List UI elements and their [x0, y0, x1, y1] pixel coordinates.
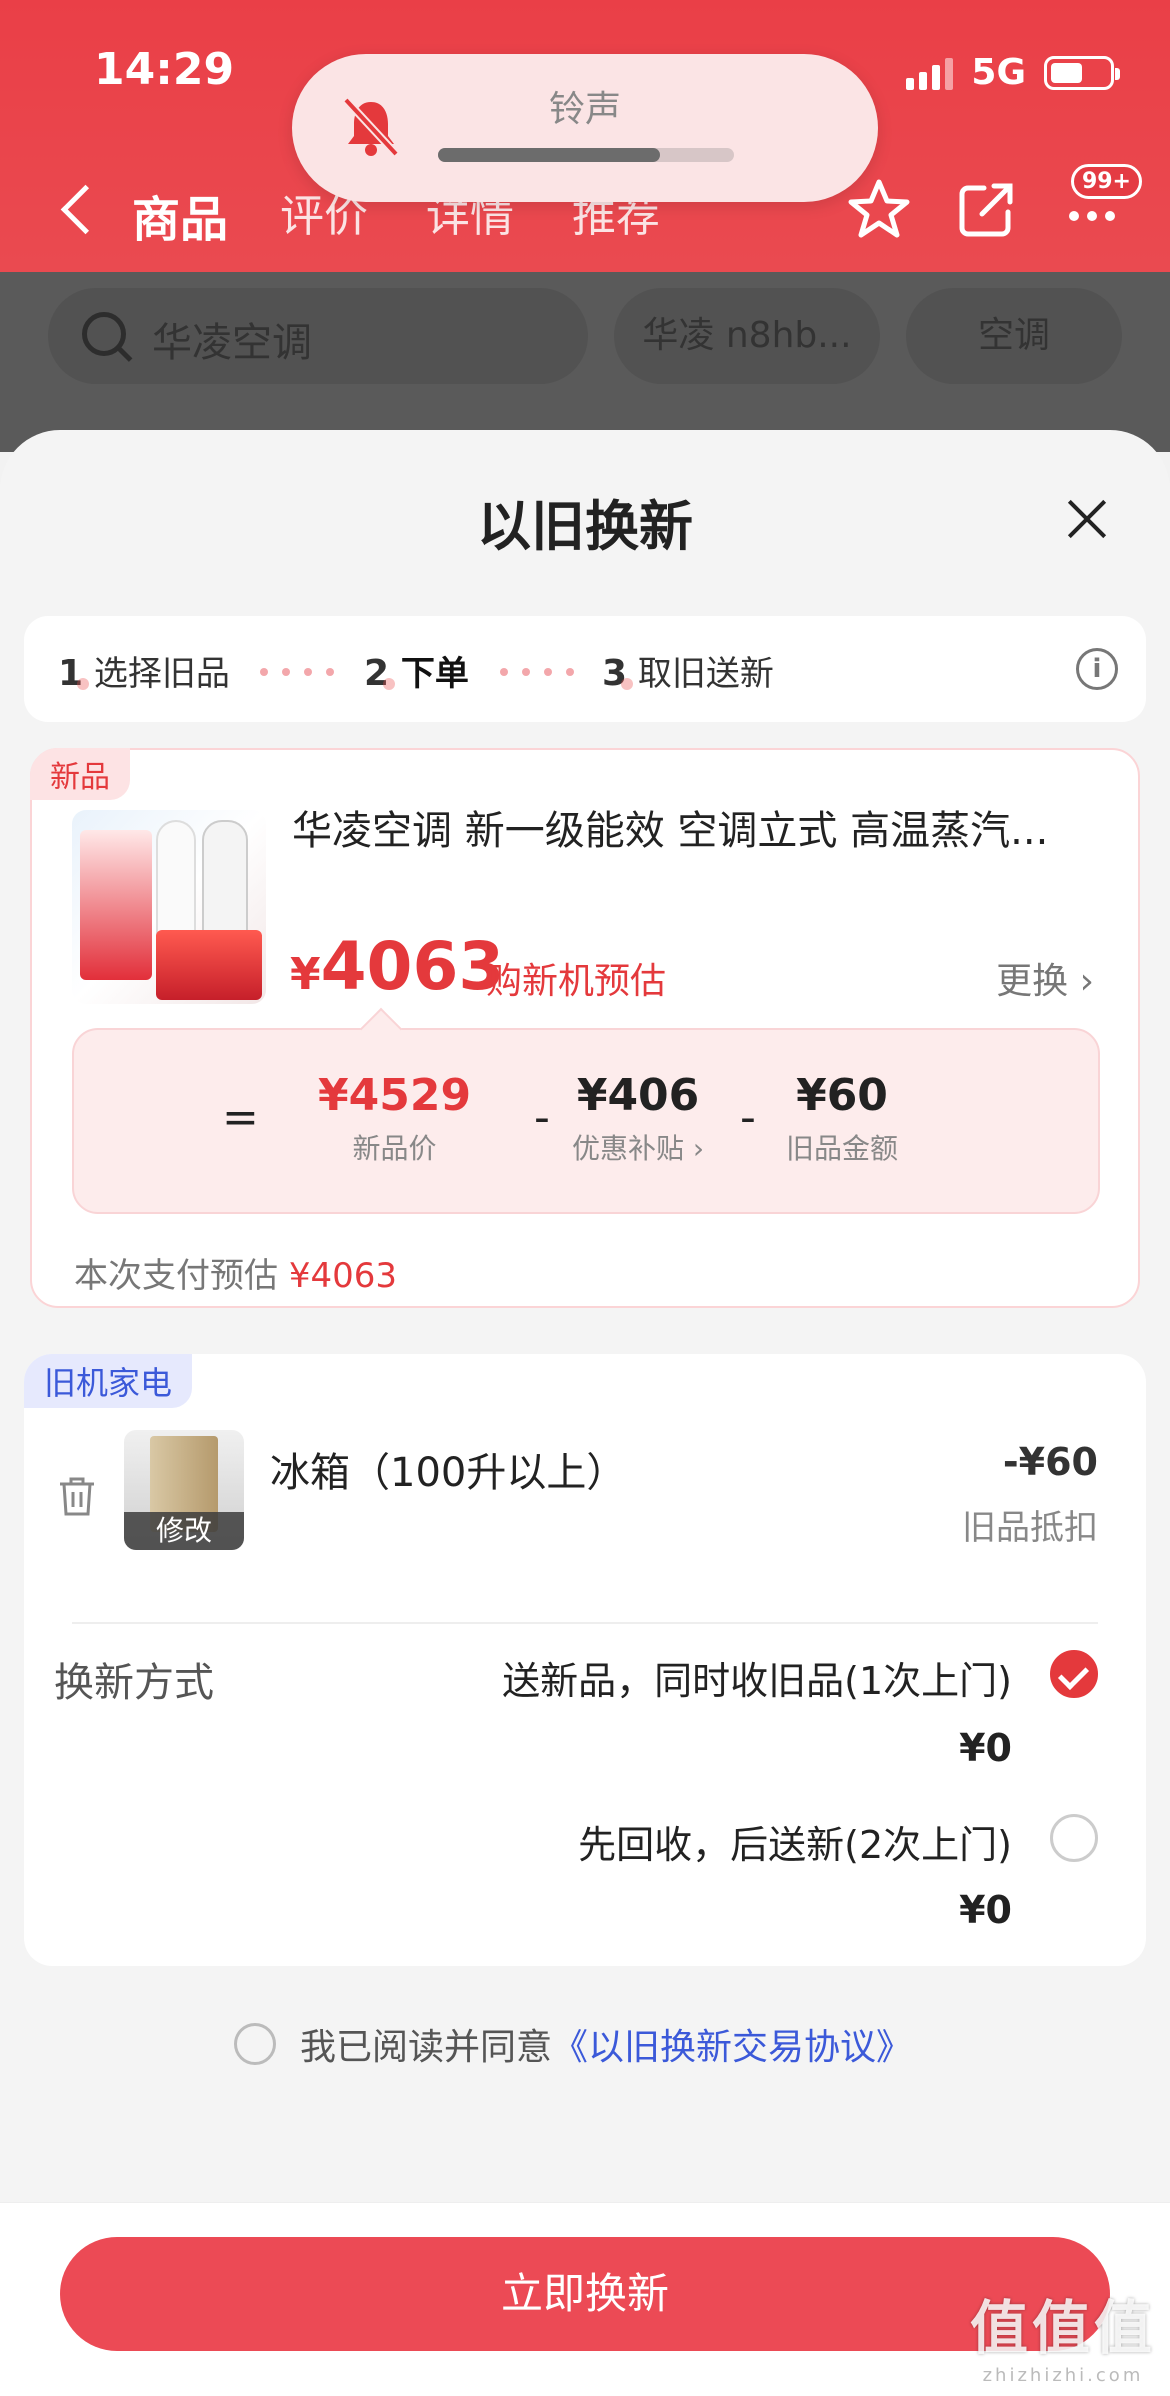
status-time: 14:29 — [94, 44, 235, 95]
divider — [72, 1622, 1098, 1624]
ringer-volume-bar — [438, 148, 734, 162]
old-appliance-image[interactable]: 修改 — [124, 1430, 244, 1550]
dimmed-background: 华凌空调 华凌 n8hb... 空调 — [0, 272, 1170, 452]
new-product-card: 新品 华凌空调 新一级能效 空调立式 高温蒸汽... ¥4063 购新机预估 更… — [30, 748, 1140, 1308]
option-collect-then-deliver[interactable]: 先回收，后送新(2次上门) — [578, 1814, 1012, 1869]
new-product-tag: 新品 — [30, 748, 130, 800]
agreement-checkbox[interactable] — [234, 2023, 276, 2065]
tab-product[interactable]: 商品 — [132, 180, 228, 250]
old-appliance-card: 旧机家电 修改 冰箱（100升以上） -¥60 旧品抵扣 换新方式 送新品，同时… — [24, 1354, 1146, 1966]
minus-sign: - — [534, 1092, 550, 1143]
price-note: 购新机预估 — [486, 961, 667, 1002]
old-deduct-amount: -¥60 — [1002, 1440, 1098, 1484]
agreement-text: 我已阅读并同意 — [300, 2027, 553, 2068]
trade-in-sheet: 以旧换新 1 选择旧品 2 下单 3 取旧送新 i 新品 华凌空调 新一级能效 … — [0, 430, 1170, 2396]
agreement-row: 我已阅读并同意 《以旧换新交易协议》 — [234, 2018, 912, 2070]
change-product-button[interactable]: 更换 › — [996, 952, 1094, 1004]
notification-badge: 99+ — [1070, 164, 1142, 199]
signal-icon — [906, 56, 954, 90]
step-separator — [260, 668, 334, 676]
search-chip[interactable]: 华凌 n8hb... — [614, 288, 880, 384]
step-separator — [500, 668, 574, 676]
price-breakdown: = ¥4529 新品价 - ¥406 优惠补贴 › - ¥60 旧品金额 — [72, 1028, 1100, 1214]
step-1: 1 选择旧品 — [58, 653, 230, 694]
share-icon[interactable] — [954, 176, 1020, 242]
step-2: 2 下单 — [364, 653, 469, 694]
sheet-title: 以旧换新 — [477, 495, 693, 558]
new-price: ¥4063 — [290, 928, 505, 1005]
close-icon[interactable] — [1066, 498, 1108, 540]
option-deliver-collect[interactable]: 送新品，同时收旧品(1次上门) — [502, 1650, 1012, 1705]
search-icon — [82, 312, 126, 356]
old-appliance-tag: 旧机家电 — [24, 1354, 193, 1408]
payment-estimate: 本次支付预估 ¥4063 — [74, 1256, 397, 1296]
old-amount-col: ¥60 旧品金额 — [786, 1070, 899, 1165]
watermark: 值值值 zhizhizhi.com — [969, 2294, 1156, 2386]
search-input[interactable]: 华凌空调 — [48, 288, 588, 384]
method-label: 换新方式 — [54, 1660, 214, 1706]
edit-button[interactable]: 修改 — [124, 1512, 244, 1550]
info-icon[interactable]: i — [1076, 648, 1118, 690]
ringer-popup: 铃声 — [292, 54, 878, 202]
status-icons: 5G — [906, 52, 1120, 93]
chevron-right-icon: › — [692, 1132, 705, 1165]
option-radio[interactable] — [1050, 1814, 1098, 1862]
product-image[interactable] — [72, 810, 266, 1004]
option-price: ¥0 — [959, 1726, 1012, 1770]
star-icon[interactable] — [846, 176, 912, 242]
back-icon[interactable] — [56, 182, 96, 242]
option-radio-selected[interactable] — [1050, 1650, 1098, 1698]
network-type: 5G — [971, 52, 1026, 93]
agreement-link[interactable]: 《以旧换新交易协议》 — [552, 2018, 912, 2070]
battery-icon — [1044, 55, 1120, 90]
new-price-col: ¥4529 新品价 — [318, 1070, 472, 1165]
equals-sign: = — [222, 1092, 259, 1143]
step-3: 3 取旧送新 — [602, 653, 774, 694]
product-name: 华凌空调 新一级能效 空调立式 高温蒸汽... — [292, 808, 1049, 854]
minus-sign: - — [740, 1092, 756, 1143]
search-chip[interactable]: 空调 — [906, 288, 1122, 384]
trash-icon[interactable] — [58, 1476, 96, 1516]
ringer-label: 铃声 — [548, 89, 621, 130]
step-indicator: 1 选择旧品 2 下单 3 取旧送新 i — [24, 616, 1146, 722]
subsidy-col[interactable]: ¥406 优惠补贴 › — [572, 1070, 704, 1167]
trade-in-now-button[interactable]: 立即换新 — [60, 2237, 1110, 2351]
option-price: ¥0 — [959, 1888, 1012, 1932]
chevron-right-icon: › — [1079, 961, 1094, 1002]
old-deduct-label: 旧品抵扣 — [962, 1508, 1098, 1548]
old-appliance-name: 冰箱（100升以上） — [270, 1450, 627, 1496]
